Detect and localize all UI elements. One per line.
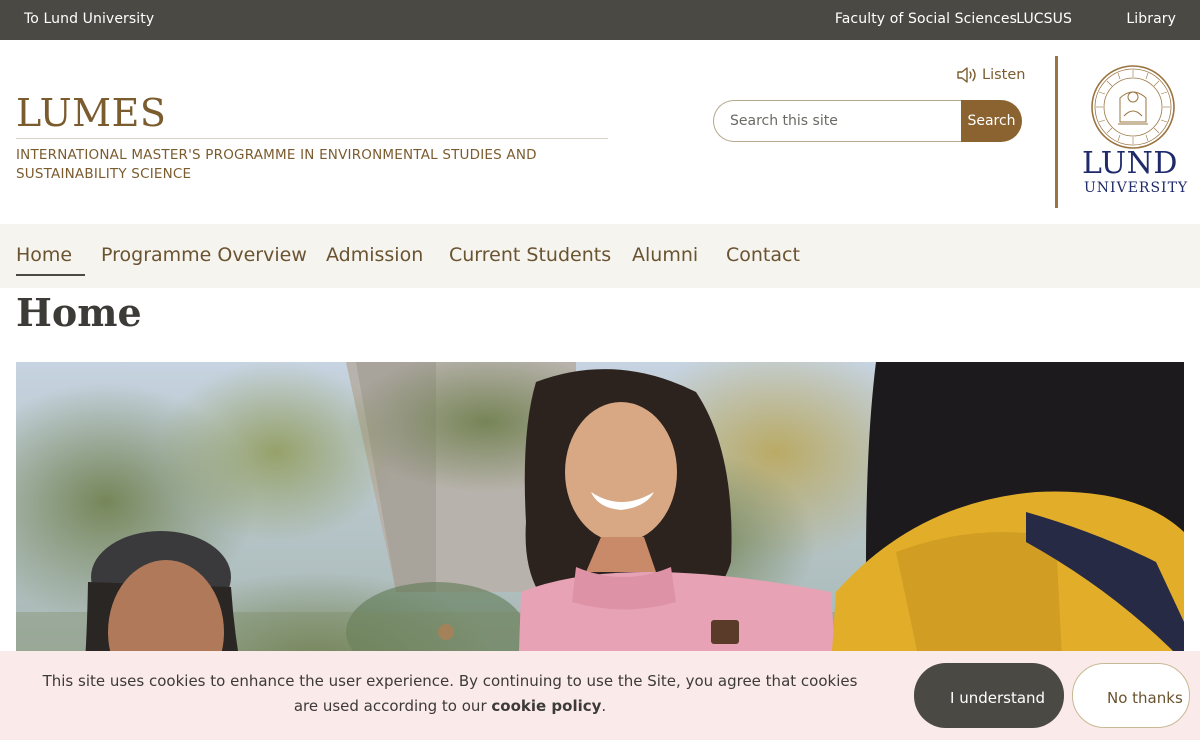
logo-wordmark-university: UNIVERSITY <box>1084 180 1189 196</box>
listen-label: Listen <box>982 67 1026 83</box>
accept-cookies-button[interactable]: I understand <box>914 663 1064 728</box>
cookie-policy-link[interactable]: cookie policy <box>491 697 601 715</box>
nav-item-programme-overview[interactable]: Programme Overview <box>101 224 307 276</box>
site-title[interactable]: LUMES <box>16 91 166 135</box>
site-subtitle: INTERNATIONAL MASTER'S PROGRAMME IN ENVI… <box>16 147 537 182</box>
speaker-icon <box>957 67 976 83</box>
site-search: Search <box>713 100 1022 142</box>
cookie-text-after: . <box>601 697 607 715</box>
listen-button[interactable]: Listen <box>956 64 1025 86</box>
nav-item-current-students[interactable]: Current Students <box>449 224 611 276</box>
cookie-message: This site uses cookies to enhance the us… <box>40 669 860 719</box>
nav-item-home[interactable]: Home <box>16 224 85 276</box>
title-divider <box>16 138 608 139</box>
nav-item-alumni[interactable]: Alumni <box>632 224 698 276</box>
library-link[interactable]: Library <box>1126 0 1176 40</box>
nav-item-admission[interactable]: Admission <box>326 224 423 276</box>
nav-item-contact[interactable]: Contact <box>726 224 800 276</box>
search-button[interactable]: Search <box>961 100 1022 142</box>
cookie-text-before: This site uses cookies to enhance the us… <box>42 672 858 715</box>
decline-cookies-button[interactable]: No thanks <box>1072 663 1190 728</box>
lund-university-logo[interactable]: LUND UNIVERSITY <box>1082 64 1189 200</box>
to-lund-university-link[interactable]: To Lund University <box>24 0 154 40</box>
page-title: Home <box>16 290 142 335</box>
main-navigation: Home Programme Overview Admission Curren… <box>0 224 1200 288</box>
logo-divider <box>1055 56 1058 208</box>
faculty-of-social-sciences-link[interactable]: Faculty of Social Sciences <box>835 0 1017 40</box>
top-utility-bar: To Lund University Faculty of Social Sci… <box>0 0 1200 40</box>
university-seal-icon <box>1091 65 1175 149</box>
search-input[interactable] <box>713 100 973 142</box>
lucsus-link[interactable]: LUCSUS <box>1016 0 1072 40</box>
logo-wordmark-lund: LUND <box>1082 146 1178 181</box>
cookie-banner: This site uses cookies to enhance the us… <box>0 651 1200 740</box>
